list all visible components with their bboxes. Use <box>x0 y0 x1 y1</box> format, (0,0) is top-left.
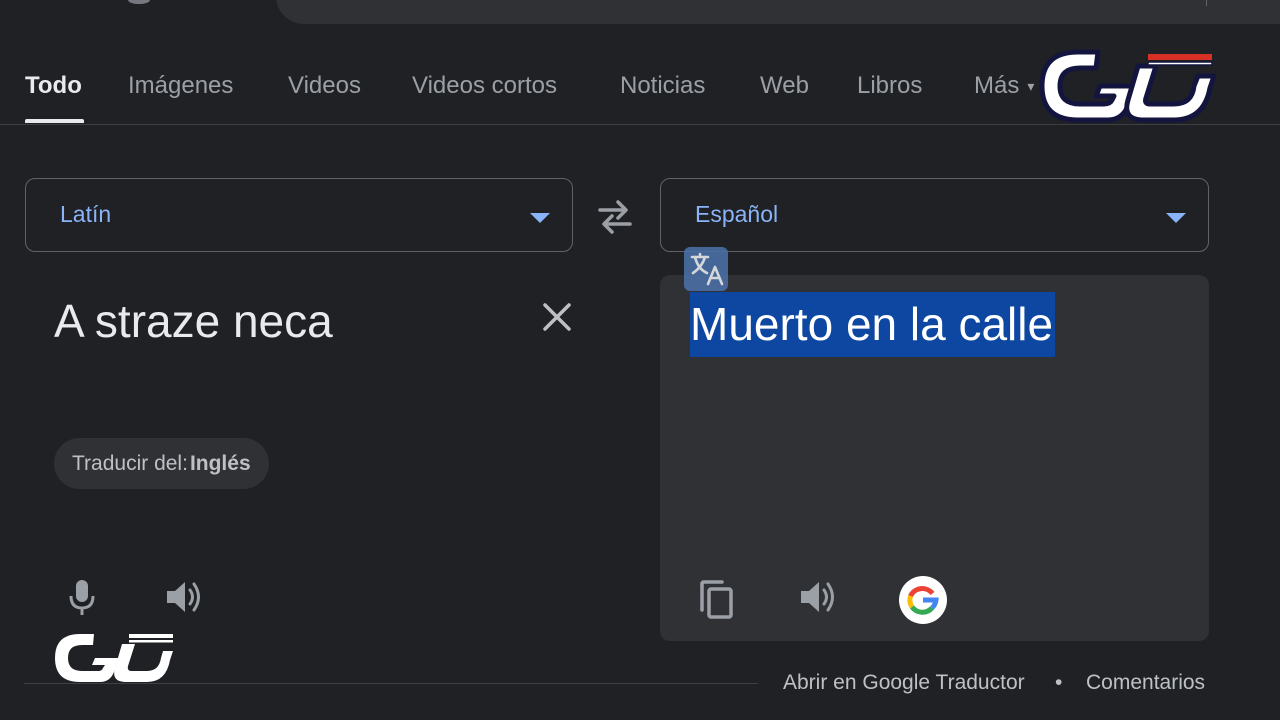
tab-images[interactable]: Imágenes <box>128 72 233 100</box>
chevron-down-icon: ▾ <box>1027 78 1035 95</box>
target-language-label: Español <box>695 201 779 227</box>
detect-chip-prefix: Traducir del: <box>72 452 188 475</box>
tab-all[interactable]: Todo <box>25 72 82 100</box>
speaker-icon[interactable] <box>798 578 838 616</box>
source-text-input[interactable]: A straze neca <box>54 294 333 348</box>
search-bar-divider <box>1206 0 1207 6</box>
tab-news[interactable]: Noticias <box>620 72 705 100</box>
open-in-translate-link[interactable]: Abrir en Google Traductor <box>783 671 1025 695</box>
dropdown-caret-icon <box>1166 213 1186 223</box>
source-language-label: Latín <box>60 201 112 227</box>
watermark-logo <box>1039 49 1216 123</box>
tab-more[interactable]: Más ▾ <box>974 72 1034 100</box>
dropdown-caret-icon <box>530 213 550 223</box>
top-logo-fragment <box>128 0 150 4</box>
watermark-logo <box>55 634 173 682</box>
target-language-select[interactable]: Español <box>660 178 1209 252</box>
active-tab-indicator <box>25 119 84 123</box>
google-g-icon[interactable] <box>899 576 947 624</box>
tab-short-videos[interactable]: Videos cortos <box>412 72 557 100</box>
translate-icon <box>684 247 728 291</box>
google-g-glyph <box>907 586 939 615</box>
feedback-link[interactable]: Comentarios <box>1086 671 1205 695</box>
swap-arrows-icon[interactable] <box>596 198 634 234</box>
tab-books[interactable]: Libros <box>857 72 922 100</box>
translate-glyph <box>690 252 724 286</box>
tab-web[interactable]: Web <box>760 72 809 100</box>
tabs-divider <box>0 124 1280 125</box>
translated-text[interactable]: Muerto en la calle <box>690 292 1056 357</box>
detect-language-chip[interactable]: Traducir del:Inglés <box>54 438 269 489</box>
copy-icon[interactable] <box>698 578 734 620</box>
tab-videos[interactable]: Videos <box>288 72 361 100</box>
tab-more-label: Más <box>974 72 1020 99</box>
source-language-select[interactable]: Latín <box>25 178 573 252</box>
search-bar[interactable] <box>276 0 1280 24</box>
close-icon[interactable] <box>540 300 574 334</box>
speaker-icon[interactable] <box>164 578 204 616</box>
footer-separator: • <box>1055 671 1063 694</box>
detect-chip-language: Inglés <box>189 452 251 475</box>
microphone-icon[interactable] <box>66 578 98 616</box>
